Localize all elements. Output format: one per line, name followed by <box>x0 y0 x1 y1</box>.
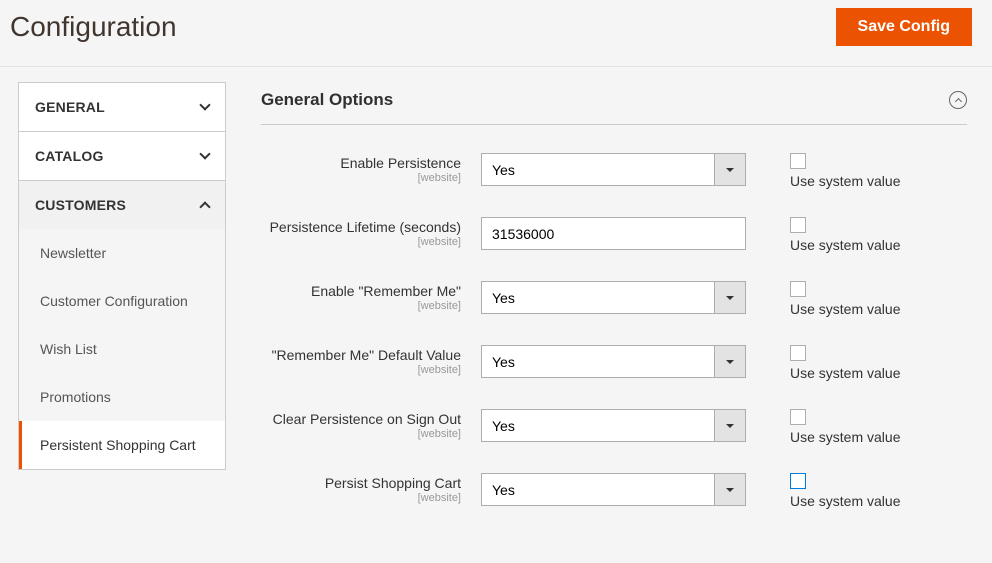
label-text: "Remember Me" Default Value <box>272 347 461 363</box>
label-text: Persistence Lifetime (seconds) <box>270 219 461 235</box>
field-control: Yes <box>481 345 746 378</box>
sidebar-item-label: Promotions <box>40 389 111 405</box>
field-control: Yes <box>481 473 746 506</box>
section-title: General Options <box>261 90 393 110</box>
use-system-value-label: Use system value <box>790 493 900 509</box>
system-value-wrap: Use system value <box>746 153 900 189</box>
field-control: Yes <box>481 281 746 314</box>
sidebar-item-label: Customer Configuration <box>40 293 188 309</box>
use-system-value-label: Use system value <box>790 173 900 189</box>
clear-persistence-signout-select[interactable]: Yes <box>481 409 746 442</box>
label-text: Enable "Remember Me" <box>311 283 461 299</box>
save-config-button[interactable]: Save Config <box>836 8 972 46</box>
page-header: Configuration Save Config <box>0 0 992 67</box>
field-label: Clear Persistence on Sign Out [website] <box>261 409 481 440</box>
use-system-value-label: Use system value <box>790 429 900 445</box>
field-label: Persistence Lifetime (seconds) [website] <box>261 217 481 248</box>
field-label: Persist Shopping Cart [website] <box>261 473 481 504</box>
enable-persistence-select[interactable]: Yes <box>481 153 746 186</box>
field-enable-remember-me: Enable "Remember Me" [website] Yes Use s… <box>261 281 967 317</box>
field-control: Yes <box>481 409 746 442</box>
use-system-value-label: Use system value <box>790 301 900 317</box>
sidebar-item-wish-list[interactable]: Wish List <box>19 325 225 373</box>
use-system-value-checkbox[interactable] <box>790 345 806 361</box>
sidebar-group-header[interactable]: CUSTOMERS <box>19 181 225 229</box>
sidebar-group-label: CUSTOMERS <box>35 197 126 213</box>
sidebar-group-catalog[interactable]: CATALOG <box>18 131 226 180</box>
sidebar: GENERAL CATALOG CUSTOMERS Newsletter Cus… <box>0 82 226 537</box>
sidebar-item-customer-configuration[interactable]: Customer Configuration <box>19 277 225 325</box>
scope-label: [website] <box>261 300 461 312</box>
chevron-down-icon <box>199 148 210 159</box>
main-panel: General Options Enable Persistence [webs… <box>226 82 992 537</box>
content: GENERAL CATALOG CUSTOMERS Newsletter Cus… <box>0 67 992 537</box>
select-wrap: Yes <box>481 409 746 442</box>
sidebar-group-general[interactable]: GENERAL <box>18 82 226 131</box>
use-system-value-checkbox[interactable] <box>790 281 806 297</box>
field-remember-me-default: "Remember Me" Default Value [website] Ye… <box>261 345 967 381</box>
use-system-value-checkbox[interactable] <box>790 473 806 489</box>
enable-remember-me-select[interactable]: Yes <box>481 281 746 314</box>
select-wrap: Yes <box>481 153 746 186</box>
field-clear-persistence-signout: Clear Persistence on Sign Out [website] … <box>261 409 967 445</box>
scope-label: [website] <box>261 428 461 440</box>
use-system-value-checkbox[interactable] <box>790 153 806 169</box>
sidebar-item-promotions[interactable]: Promotions <box>19 373 225 421</box>
use-system-value-label: Use system value <box>790 365 900 381</box>
remember-me-default-select[interactable]: Yes <box>481 345 746 378</box>
sidebar-item-newsletter[interactable]: Newsletter <box>19 229 225 277</box>
sidebar-group-header[interactable]: CATALOG <box>19 132 225 180</box>
scope-label: [website] <box>261 172 461 184</box>
form-area: Enable Persistence [website] Yes Use sys… <box>261 125 967 509</box>
system-value-wrap: Use system value <box>746 217 900 253</box>
system-value-wrap: Use system value <box>746 281 900 317</box>
sidebar-item-label: Wish List <box>40 341 97 357</box>
select-wrap: Yes <box>481 473 746 506</box>
persist-shopping-cart-select[interactable]: Yes <box>481 473 746 506</box>
sidebar-group-label: CATALOG <box>35 148 104 164</box>
use-system-value-checkbox[interactable] <box>790 217 806 233</box>
label-text: Clear Persistence on Sign Out <box>273 411 461 427</box>
select-wrap: Yes <box>481 345 746 378</box>
sidebar-item-label: Persistent Shopping Cart <box>40 437 196 453</box>
field-persist-shopping-cart: Persist Shopping Cart [website] Yes Use … <box>261 473 967 509</box>
sidebar-item-label: Newsletter <box>40 245 106 261</box>
sidebar-items: Newsletter Customer Configuration Wish L… <box>19 229 225 469</box>
sidebar-group-customers[interactable]: CUSTOMERS Newsletter Customer Configurat… <box>18 180 226 470</box>
label-text: Enable Persistence <box>340 155 461 171</box>
field-label: Enable "Remember Me" [website] <box>261 281 481 312</box>
system-value-wrap: Use system value <box>746 345 900 381</box>
page-title: Configuration <box>10 11 177 43</box>
label-text: Persist Shopping Cart <box>325 475 461 491</box>
sidebar-group-header[interactable]: GENERAL <box>19 83 225 131</box>
system-value-wrap: Use system value <box>746 473 900 509</box>
system-value-wrap: Use system value <box>746 409 900 445</box>
field-control: Yes <box>481 153 746 186</box>
use-system-value-label: Use system value <box>790 237 900 253</box>
collapse-icon[interactable] <box>949 91 967 109</box>
field-persistence-lifetime: Persistence Lifetime (seconds) [website]… <box>261 217 967 253</box>
scope-label: [website] <box>261 364 461 376</box>
select-wrap: Yes <box>481 281 746 314</box>
persistence-lifetime-input[interactable] <box>481 217 746 250</box>
chevron-up-icon <box>199 201 210 212</box>
section-header[interactable]: General Options <box>261 82 967 125</box>
scope-label: [website] <box>261 492 461 504</box>
sidebar-group-label: GENERAL <box>35 99 105 115</box>
field-enable-persistence: Enable Persistence [website] Yes Use sys… <box>261 153 967 189</box>
use-system-value-checkbox[interactable] <box>790 409 806 425</box>
field-label: Enable Persistence [website] <box>261 153 481 184</box>
field-label: "Remember Me" Default Value [website] <box>261 345 481 376</box>
sidebar-item-persistent-shopping-cart[interactable]: Persistent Shopping Cart <box>19 421 225 469</box>
chevron-up-icon <box>954 97 961 104</box>
field-control <box>481 217 746 250</box>
chevron-down-icon <box>199 99 210 110</box>
scope-label: [website] <box>261 236 461 248</box>
